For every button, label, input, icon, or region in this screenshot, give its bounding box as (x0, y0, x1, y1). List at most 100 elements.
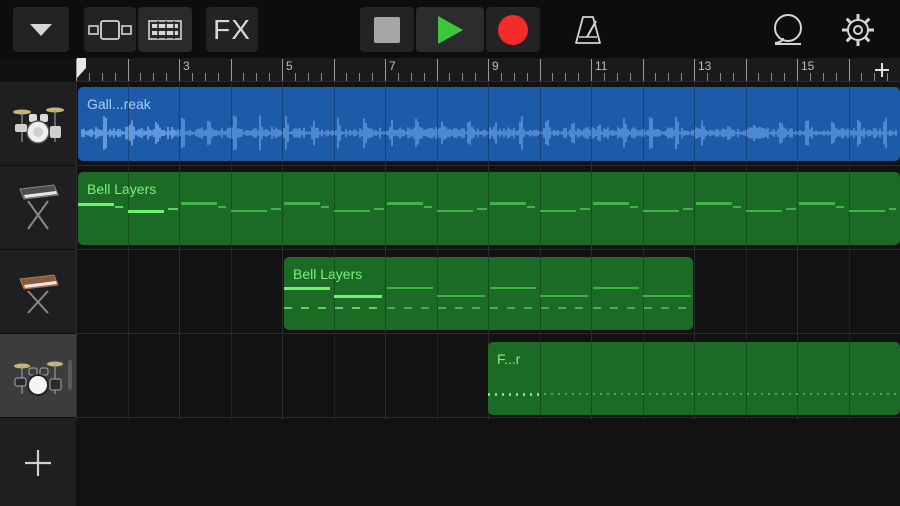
metronome-button[interactable] (566, 7, 610, 52)
record-button[interactable] (486, 7, 540, 52)
midi-note (572, 393, 574, 395)
loop-seam (539, 87, 541, 161)
midi-note (437, 210, 473, 212)
midi-note (580, 208, 590, 210)
region-midi-bell-layers-1[interactable]: Bell Layers (78, 172, 900, 245)
midi-note (661, 307, 669, 309)
track-header-keyboard-2[interactable] (0, 250, 76, 334)
loop-seam (179, 87, 180, 161)
midi-note (558, 307, 566, 309)
ruler-tick (719, 73, 721, 81)
midi-note (740, 393, 742, 395)
ruler-tick (423, 73, 425, 81)
settings-button[interactable] (836, 7, 880, 52)
loop-seam (642, 172, 644, 245)
control-bar: FX (0, 0, 900, 58)
midi-note (663, 393, 665, 395)
playhead-icon[interactable] (76, 58, 87, 80)
midi-note (231, 210, 267, 212)
header-resize-handle[interactable] (68, 360, 72, 390)
midi-note (712, 393, 714, 395)
midi-note (614, 393, 616, 395)
timeline-ruler[interactable]: 3 5 7 9 11 13 15 (76, 58, 900, 82)
ruler-tick (397, 73, 399, 81)
loop-browser-button[interactable] (766, 7, 810, 52)
midi-note (705, 393, 707, 395)
loop-seam (385, 172, 386, 245)
region-midi-bell-layers-2[interactable]: Bell Layers (284, 257, 693, 330)
midi-note (421, 307, 429, 309)
ruler-tick (204, 73, 206, 81)
midi-note (754, 393, 756, 395)
loop-seam (230, 87, 232, 161)
track-header-drums-2[interactable] (0, 334, 76, 418)
ruler-tick (668, 73, 670, 81)
ruler-tick (565, 73, 567, 81)
region-midi-drums[interactable]: F...r (488, 342, 900, 415)
midi-note (544, 393, 546, 395)
play-button[interactable] (416, 7, 484, 52)
midi-note (887, 393, 889, 395)
loop-seam (797, 342, 798, 415)
midi-note (644, 307, 652, 309)
loop-seam (539, 257, 541, 330)
ruler-tick (359, 73, 361, 81)
bar-number: 5 (286, 59, 293, 73)
ruler-tick (307, 73, 309, 81)
region-audio-drums[interactable]: Gall...reak (78, 87, 900, 161)
ruler-tick (462, 73, 464, 81)
loop-seam (127, 87, 129, 161)
stop-button[interactable] (360, 7, 414, 52)
instrument-view-button[interactable] (84, 7, 136, 52)
ruler-tick (88, 73, 90, 81)
tracks-view-button[interactable] (138, 7, 192, 52)
midi-note (670, 393, 672, 395)
loop-seam (694, 87, 695, 161)
ruler-tick (861, 73, 863, 81)
loop-seam (385, 87, 386, 161)
ruler-tick (500, 73, 502, 81)
midi-note (284, 287, 330, 290)
midi-note (490, 307, 498, 309)
midi-note (852, 393, 854, 395)
loop-seam (436, 172, 438, 245)
fx-button[interactable]: FX (206, 7, 258, 52)
loop-seam (745, 87, 747, 161)
region-label: F...r (497, 351, 521, 367)
ruler-tick (629, 73, 631, 81)
ruler-tick (230, 59, 232, 81)
track-header-drums-1[interactable] (0, 82, 76, 166)
midi-note (698, 393, 700, 395)
track-header-keyboard-1[interactable] (0, 166, 76, 250)
midi-note (746, 210, 782, 212)
midi-note (593, 203, 629, 205)
drum-kit-icon (13, 107, 64, 144)
midi-note (696, 203, 732, 205)
midi-note (575, 307, 583, 309)
midi-note (181, 203, 217, 205)
midi-note (838, 393, 840, 395)
region-label: Bell Layers (293, 266, 363, 282)
add-section-button[interactable] (870, 58, 894, 82)
midi-note (849, 210, 885, 212)
tracks-area[interactable]: Gall...reak Bell Layers Bell Layers F...… (76, 82, 900, 506)
midi-note (630, 206, 638, 208)
midi-note (768, 393, 770, 395)
midi-note (334, 295, 382, 298)
loop-seam (591, 257, 592, 330)
loop-seam (591, 87, 592, 161)
ruler-tick (179, 59, 180, 81)
browser-dropdown-button[interactable] (13, 7, 69, 52)
midi-note (628, 393, 630, 395)
loop-seam (230, 172, 232, 245)
midi-note (438, 307, 446, 309)
fx-label: FX (213, 13, 251, 45)
midi-note (691, 393, 693, 395)
ruler-tick (797, 59, 798, 81)
midi-note (271, 208, 281, 210)
ruler-tick (166, 73, 168, 81)
midi-note (859, 393, 861, 395)
midi-note (321, 206, 329, 208)
add-track-button[interactable] (0, 420, 76, 506)
loop-seam (591, 342, 592, 415)
